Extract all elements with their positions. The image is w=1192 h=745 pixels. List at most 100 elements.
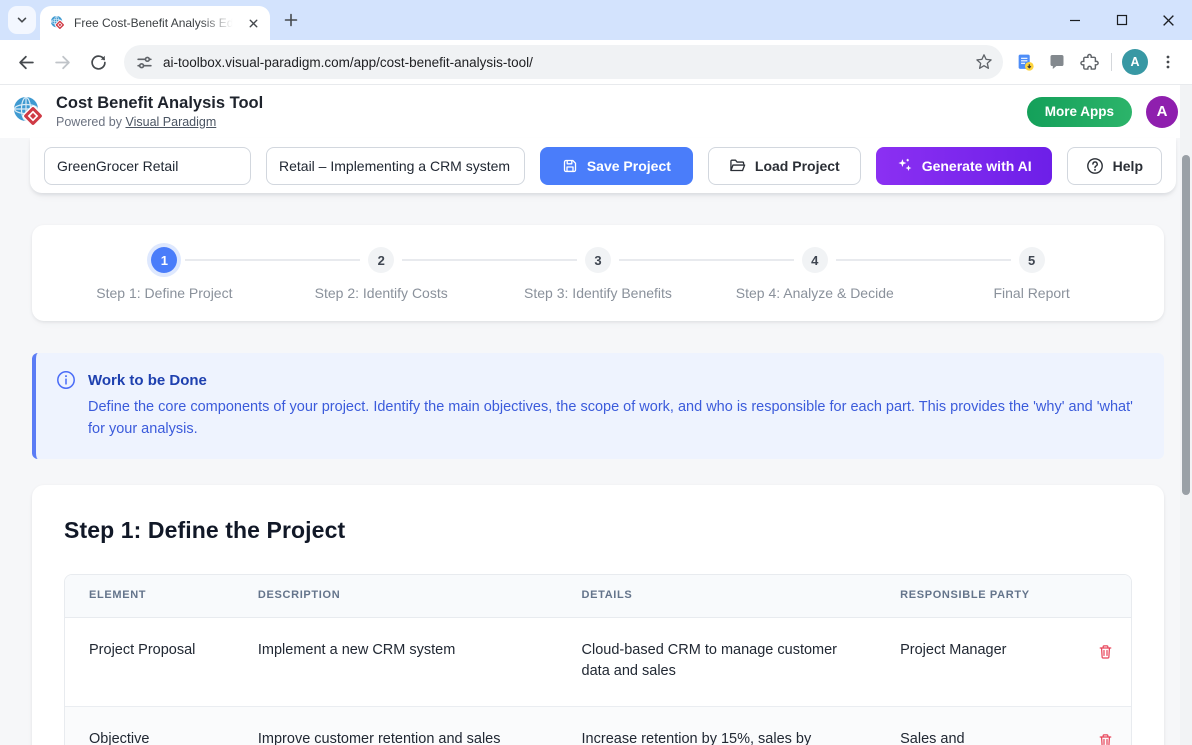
browser-window: Free Cost-Benefit Analysis Edito xyxy=(0,0,1192,745)
trash-icon xyxy=(1098,733,1113,745)
project-description-input[interactable] xyxy=(266,147,525,185)
tab-search-button[interactable] xyxy=(8,6,36,34)
minimize-icon xyxy=(1069,14,1081,26)
reload-icon xyxy=(90,54,107,71)
step-2-label: Step 2: Identify Costs xyxy=(315,285,448,301)
page-scrollbar[interactable] xyxy=(1180,85,1192,745)
stepper-step-5[interactable]: 5 Final Report xyxy=(923,247,1140,301)
info-body: Define the core components of your proje… xyxy=(88,396,1140,441)
generate-with-ai-label: Generate with AI xyxy=(922,158,1032,174)
load-project-label: Load Project xyxy=(755,158,840,174)
step-1-label: Step 1: Define Project xyxy=(96,285,232,301)
toolbar-separator xyxy=(1111,53,1112,71)
app-title: Cost Benefit Analysis Tool xyxy=(56,94,263,114)
save-floppy-icon xyxy=(562,158,578,174)
column-header-actions xyxy=(1072,575,1131,617)
back-button[interactable] xyxy=(10,46,42,78)
close-icon xyxy=(1162,14,1175,27)
stepper-step-1[interactable]: 1 Step 1: Define Project xyxy=(56,247,273,301)
step-3-circle[interactable]: 3 xyxy=(585,247,611,273)
table-row: Project Proposal Implement a new CRM sys… xyxy=(65,617,1131,706)
delete-row-button[interactable] xyxy=(1096,731,1115,745)
visual-paradigm-link[interactable]: Visual Paradigm xyxy=(125,115,216,129)
visual-paradigm-logo-icon xyxy=(12,95,46,129)
define-project-table: Element Description Details Responsible … xyxy=(64,574,1132,745)
cell-description[interactable]: Improve customer retention and sales xyxy=(234,706,558,745)
app-title-block: Cost Benefit Analysis Tool Powered by Vi… xyxy=(56,94,263,129)
column-header-element: Element xyxy=(65,575,234,617)
help-button[interactable]: Help xyxy=(1067,147,1162,185)
forward-button[interactable] xyxy=(46,46,78,78)
save-project-button[interactable]: Save Project xyxy=(540,147,693,185)
column-header-responsible-party: Responsible Party xyxy=(876,575,1072,617)
load-folder-icon xyxy=(729,158,746,173)
maximize-icon xyxy=(1116,14,1128,26)
app-header: Cost Benefit Analysis Tool Powered by Vi… xyxy=(0,85,1192,138)
table-row: Objective Improve customer retention and… xyxy=(65,706,1131,745)
browser-tab-strip: Free Cost-Benefit Analysis Edito xyxy=(0,0,1192,40)
powered-by-text: Powered by Visual Paradigm xyxy=(56,115,263,129)
browser-toolbar: ai-toolbox.visual-paradigm.com/app/cost-… xyxy=(0,40,1192,85)
tab-title: Free Cost-Benefit Analysis Edito xyxy=(74,16,236,30)
info-title: Work to be Done xyxy=(88,372,207,389)
comment-extension-icon[interactable] xyxy=(1041,46,1073,78)
new-tab-button[interactable] xyxy=(278,7,304,33)
browser-tab[interactable]: Free Cost-Benefit Analysis Edito xyxy=(40,6,270,40)
cell-responsible[interactable]: Project Manager xyxy=(876,617,1072,706)
step-4-circle[interactable]: 4 xyxy=(802,247,828,273)
stepper-step-4[interactable]: 4 Step 4: Analyze & Decide xyxy=(706,247,923,301)
forward-arrow-icon xyxy=(54,54,71,71)
load-project-button[interactable]: Load Project xyxy=(708,147,861,185)
trash-icon xyxy=(1098,644,1113,660)
reload-button[interactable] xyxy=(82,46,114,78)
bookmark-star-icon[interactable] xyxy=(975,53,993,71)
more-apps-button[interactable]: More Apps xyxy=(1027,97,1132,127)
url-text[interactable]: ai-toolbox.visual-paradigm.com/app/cost-… xyxy=(163,55,975,70)
step-3-label: Step 3: Identify Benefits xyxy=(524,285,672,301)
site-settings-icon[interactable] xyxy=(136,54,153,71)
stepper-step-2[interactable]: 2 Step 2: Identify Costs xyxy=(273,247,490,301)
info-icon xyxy=(56,370,76,390)
docs-extension-icon[interactable] xyxy=(1009,46,1041,78)
step-1-circle[interactable]: 1 xyxy=(151,247,177,273)
window-controls xyxy=(1051,0,1192,40)
column-header-description: Description xyxy=(234,575,558,617)
cell-description[interactable]: Implement a new CRM system xyxy=(234,617,558,706)
cell-element[interactable]: Project Proposal xyxy=(65,617,234,706)
cell-element[interactable]: Objective xyxy=(65,706,234,745)
scrollbar-thumb[interactable] xyxy=(1182,155,1190,495)
step-indicator: 1 Step 1: Define Project 2 Step 2: Ident… xyxy=(32,225,1164,321)
plus-icon xyxy=(284,13,298,27)
minimize-button[interactable] xyxy=(1051,0,1098,40)
cell-responsible[interactable]: Sales and xyxy=(876,706,1072,745)
generate-with-ai-button[interactable]: Generate with AI xyxy=(876,147,1052,185)
step-1-section: Step 1: Define the Project Element Descr… xyxy=(32,485,1164,745)
chevron-down-icon xyxy=(16,14,28,26)
kebab-menu-icon xyxy=(1160,54,1176,70)
close-window-button[interactable] xyxy=(1145,0,1192,40)
back-arrow-icon xyxy=(18,54,35,71)
section-title: Step 1: Define the Project xyxy=(64,517,1132,544)
project-name-input[interactable] xyxy=(44,147,251,185)
extensions-puzzle-icon[interactable] xyxy=(1073,46,1105,78)
tab-close-icon[interactable] xyxy=(244,14,262,32)
work-to-be-done-callout: Work to be Done Define the core componen… xyxy=(32,353,1164,459)
help-label: Help xyxy=(1113,158,1143,174)
step-4-label: Step 4: Analyze & Decide xyxy=(736,285,894,301)
step-5-circle[interactable]: 5 xyxy=(1019,247,1045,273)
tab-favicon-icon xyxy=(50,15,66,31)
stepper-step-3[interactable]: 3 Step 3: Identify Benefits xyxy=(490,247,707,301)
user-avatar[interactable]: A xyxy=(1146,96,1178,128)
table-header-row: Element Description Details Responsible … xyxy=(65,575,1131,617)
page-content: 1 Step 1: Define Project 2 Step 2: Ident… xyxy=(0,193,1192,745)
cell-details[interactable]: Cloud-based CRM to manage customer data … xyxy=(558,617,877,706)
step-5-label: Final Report xyxy=(993,285,1069,301)
cell-details[interactable]: Increase retention by 15%, sales by xyxy=(558,706,877,745)
browser-menu-button[interactable] xyxy=(1152,46,1184,78)
browser-profile-avatar[interactable]: A xyxy=(1122,49,1148,75)
help-question-icon xyxy=(1086,157,1104,175)
maximize-button[interactable] xyxy=(1098,0,1145,40)
delete-row-button[interactable] xyxy=(1096,642,1115,662)
step-2-circle[interactable]: 2 xyxy=(368,247,394,273)
address-bar[interactable]: ai-toolbox.visual-paradigm.com/app/cost-… xyxy=(124,45,1003,79)
